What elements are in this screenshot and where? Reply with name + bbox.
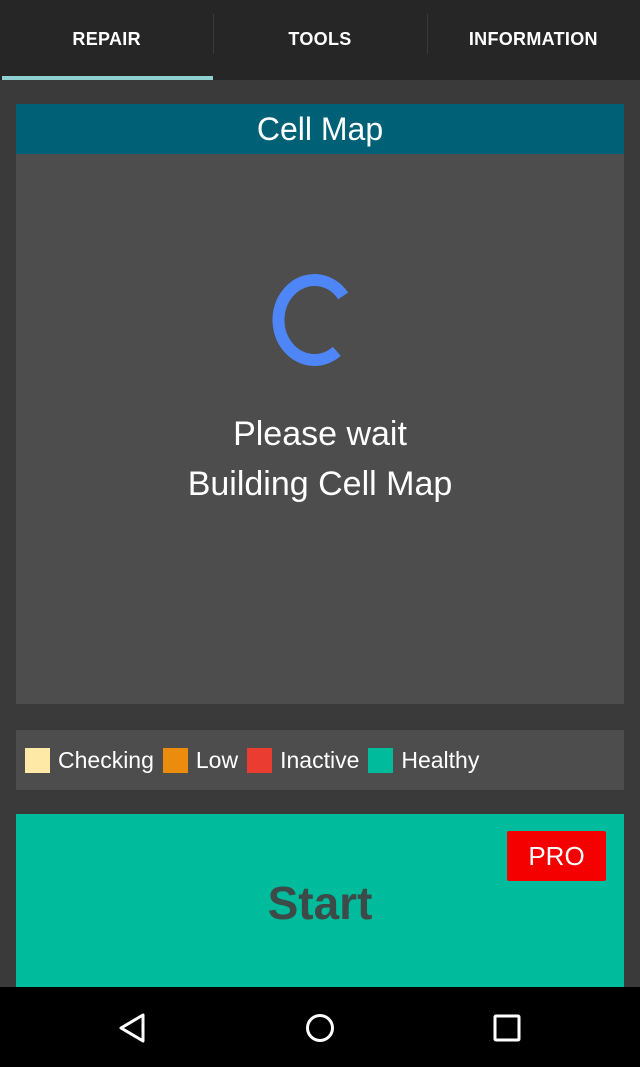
recents-icon[interactable] <box>490 1011 524 1045</box>
legend-item-healthy: Healthy <box>368 747 479 774</box>
legend-label-inactive: Inactive <box>280 746 360 773</box>
tab-tools-label: TOOLS <box>288 28 352 49</box>
legend-item-low: Low <box>162 746 239 774</box>
cell-map-title: Cell Map <box>256 110 384 147</box>
legend-swatch-healthy <box>368 747 394 773</box>
pro-badge-label: PRO <box>528 840 585 871</box>
cell-map-header: Cell Map <box>16 104 624 154</box>
loading-message-line2: Building Cell Map <box>187 465 453 503</box>
legend-label-checking: Checking <box>58 746 154 773</box>
start-button-label: Start <box>267 877 373 929</box>
loading-message-line1: Please wait <box>233 415 407 453</box>
tab-repair-label: REPAIR <box>72 28 141 49</box>
loading-message: Please wait Building Cell Map <box>16 409 624 509</box>
legend-swatch-checking <box>25 747 50 773</box>
tab-information[interactable]: INFORMATION <box>426 0 640 80</box>
loading-spinner-icon <box>272 274 349 367</box>
tab-tools[interactable]: TOOLS <box>213 0 426 80</box>
legend-swatch-low <box>162 747 188 773</box>
tab-bar: REPAIR TOOLS INFORMATION <box>0 0 640 80</box>
back-icon[interactable] <box>116 1011 150 1045</box>
start-button[interactable]: PRO Start <box>16 814 624 987</box>
cell-legend: Checking Low Inactive Healthy <box>16 730 624 790</box>
system-nav-bar <box>0 987 640 1067</box>
tab-repair[interactable]: REPAIR <box>0 0 214 80</box>
tab-information-label: INFORMATION <box>468 28 598 49</box>
legend-item-inactive: Inactive <box>247 747 359 774</box>
pro-badge: PRO <box>507 831 606 881</box>
cell-map-panel: Cell Map Please wait Building Cell Map <box>16 104 624 704</box>
legend-swatch-inactive <box>247 747 273 773</box>
legend-label-healthy: Healthy <box>401 746 480 773</box>
legend-label-low: Low <box>195 746 239 773</box>
legend-item-checking: Checking <box>25 747 154 774</box>
home-icon[interactable] <box>303 1011 337 1045</box>
